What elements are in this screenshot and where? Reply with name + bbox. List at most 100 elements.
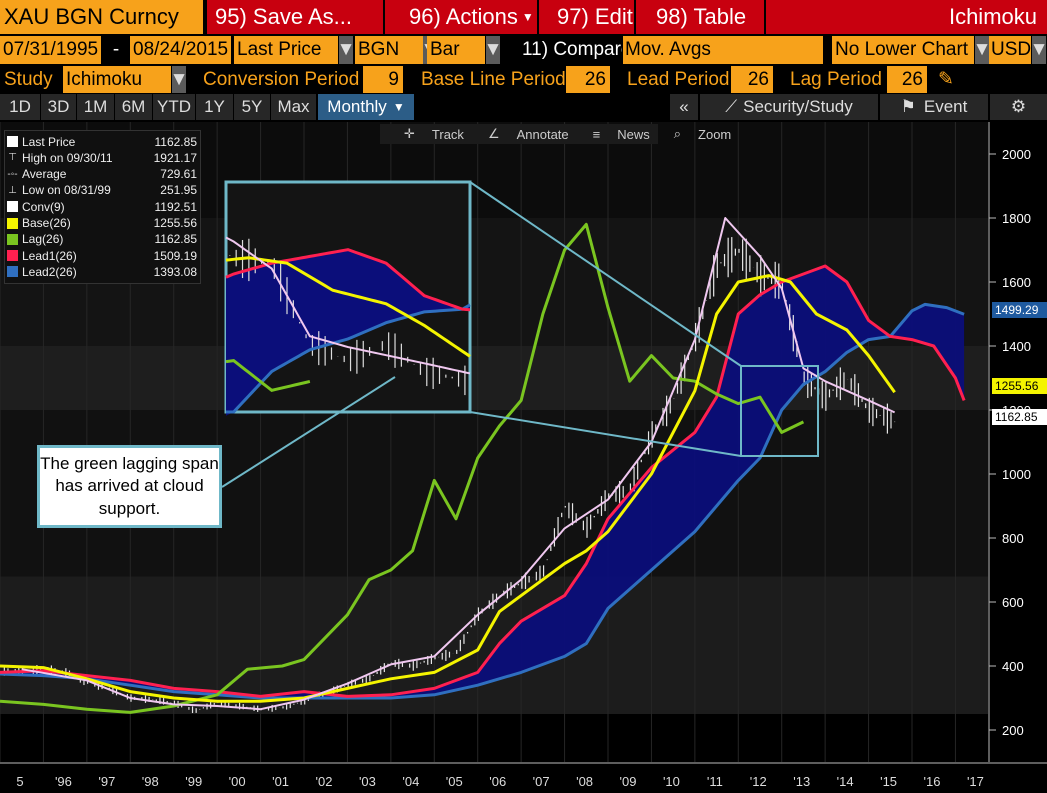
x-axis: 5 '96 '97 '98 '99 '00 '01 '02 '03 '04 '05 '06 '07 '08…: [0, 762, 1047, 793]
x-tick-label: '02: [316, 774, 333, 789]
x-tick-label: '01: [272, 774, 289, 789]
security-study-tab[interactable]: ⟋ Security/Study: [700, 94, 878, 120]
y-tick-label: 1000: [1002, 467, 1031, 482]
news-icon: ≡: [592, 126, 601, 142]
gear-icon[interactable]: ⚙: [990, 94, 1047, 120]
study-label: Study: [4, 68, 53, 90]
annotate-label: Annotate: [516, 126, 569, 142]
legend-item: Lag(26) 1162.85: [7, 232, 197, 247]
start-date-field[interactable]: 07/31/1995: [0, 36, 101, 64]
price-field-select[interactable]: Last Price: [234, 36, 338, 64]
legend-swatch: [7, 250, 18, 262]
actions-label: 96) Actions: [409, 4, 518, 29]
legend-label: High on 09/30/11: [22, 150, 113, 165]
zoom-tool[interactable]: ⌕ Zoom: [662, 126, 732, 142]
collapse-button[interactable]: «: [670, 94, 698, 120]
title-bar: XAU BGN Curncy 95) Save As... 96) Action…: [0, 0, 1047, 34]
edit-button[interactable]: 97) Edit ▼: [539, 0, 634, 34]
tab-3d[interactable]: 3D: [41, 94, 76, 120]
chevron-down-icon[interactable]: ▼: [1032, 36, 1046, 64]
table-button[interactable]: 98) Table: [636, 0, 764, 34]
tab-ytd[interactable]: YTD: [153, 94, 195, 120]
y-tick-label: 2000: [1002, 147, 1031, 162]
lead-period-input[interactable]: 26: [731, 66, 773, 93]
base-line-period-input[interactable]: 26: [566, 66, 610, 93]
base-line-period-label: Base Line Period: [421, 68, 566, 90]
legend-value: 1509.19: [153, 248, 197, 263]
legend-value: 729.61: [160, 167, 197, 182]
compare-select[interactable]: Mov. Avgs: [623, 36, 823, 64]
x-tick-label: '08: [576, 774, 593, 789]
crosshair-icon: ✛: [404, 126, 415, 141]
lower-chart-select[interactable]: No Lower Chart: [832, 36, 974, 64]
x-tick-label: '03: [359, 774, 376, 789]
x-tick-label: '07: [533, 774, 550, 789]
zoom-label: Zoom: [698, 126, 732, 142]
y-tick-label: 1800: [1002, 211, 1031, 226]
legend-item: ⊤ High on 09/30/11 1921.17: [7, 150, 197, 165]
chevron-down-icon[interactable]: ▼: [486, 36, 500, 64]
x-tick-label: '05: [446, 774, 463, 789]
conversion-period-label: Conversion Period: [203, 68, 360, 90]
tab-6m[interactable]: 6M: [115, 94, 152, 120]
x-tick-label: '10: [663, 774, 680, 789]
x-tick-label: '00: [229, 774, 246, 789]
y-tick-label: 400: [1002, 659, 1024, 674]
compare-button[interactable]: 11) Compare: [522, 36, 622, 64]
price-tag-lead2: 1499.29: [992, 302, 1047, 318]
news-label: News: [617, 126, 650, 142]
legend-item: Last Price 1162.85: [7, 134, 197, 149]
x-tick-label: '98: [142, 774, 159, 789]
annotate-tool[interactable]: ∠ Annotate: [476, 126, 569, 142]
x-tick-label: '04: [402, 774, 419, 789]
legend-value: 1921.17: [153, 150, 197, 165]
event-label: Event: [923, 97, 968, 116]
tab-1m[interactable]: 1M: [77, 94, 114, 120]
chevron-down-icon[interactable]: ▼: [172, 66, 186, 93]
conversion-period-input[interactable]: 9: [363, 66, 403, 93]
tab-1y[interactable]: 1Y: [196, 94, 233, 120]
x-tick-label: '06: [489, 774, 506, 789]
legend-value: 1162.85: [154, 134, 198, 149]
currency-select[interactable]: USD: [989, 36, 1031, 64]
study-params-bar: Study Ichimoku ▼ Conversion Period 9 Bas…: [0, 66, 1047, 93]
y-tick-label: 200: [1002, 723, 1024, 738]
legend-label: Conv(9): [22, 199, 65, 214]
tab-5y[interactable]: 5Y: [234, 94, 270, 120]
chevron-down-icon[interactable]: ▼: [975, 36, 989, 64]
actions-button[interactable]: 96) Actions ▼: [385, 0, 537, 34]
frequency-select[interactable]: Monthly ▼: [318, 94, 414, 120]
legend-item: -◦- Average 729.61: [7, 167, 197, 182]
lag-period-label: Lag Period: [790, 68, 882, 90]
chart-style-select[interactable]: Bar: [427, 36, 485, 64]
end-date-field[interactable]: 08/24/2015: [130, 36, 231, 64]
low-marker-icon: ⊥: [8, 184, 17, 196]
pencil-icon[interactable]: ✎: [934, 66, 958, 93]
legend-label: Average: [22, 167, 67, 182]
price-tag-base: 1255.56: [992, 378, 1047, 394]
save-as-button[interactable]: 95) Save As...: [207, 0, 383, 34]
legend-item: Lead1(26) 1509.19: [7, 248, 197, 263]
source-select[interactable]: BGN: [355, 36, 423, 64]
chart-line-icon: ⟋: [725, 97, 738, 116]
tab-max[interactable]: Max: [271, 94, 316, 120]
date-separator: -: [112, 39, 120, 60]
edit-label: 97) Edit: [557, 4, 633, 29]
study-select[interactable]: Ichimoku: [63, 66, 171, 93]
lag-period-input[interactable]: 26: [887, 66, 927, 93]
legend-item: Base(26) 1255.56: [7, 216, 197, 231]
chevron-down-icon: ▼: [392, 100, 405, 114]
event-tab[interactable]: ⚑ Event: [880, 94, 988, 120]
settings-bar: 07/31/1995 - 08/24/2015 Last Price ▼ BGN…: [0, 36, 1047, 64]
legend-item: Conv(9) 1192.51: [7, 199, 197, 214]
y-tick-label: 1400: [1002, 339, 1031, 354]
tab-1d[interactable]: 1D: [0, 94, 40, 120]
frequency-label: Monthly: [327, 97, 387, 116]
legend-label: Lead1(26): [22, 248, 77, 263]
legend-label: Lag(26): [22, 232, 64, 247]
chevron-down-icon[interactable]: ▼: [339, 36, 353, 64]
y-tick-label: 1600: [1002, 275, 1031, 290]
security-ticker[interactable]: XAU BGN Curncy: [0, 0, 203, 34]
news-tool[interactable]: ≡ News: [581, 127, 650, 142]
track-tool[interactable]: ✛ Track: [392, 126, 464, 142]
